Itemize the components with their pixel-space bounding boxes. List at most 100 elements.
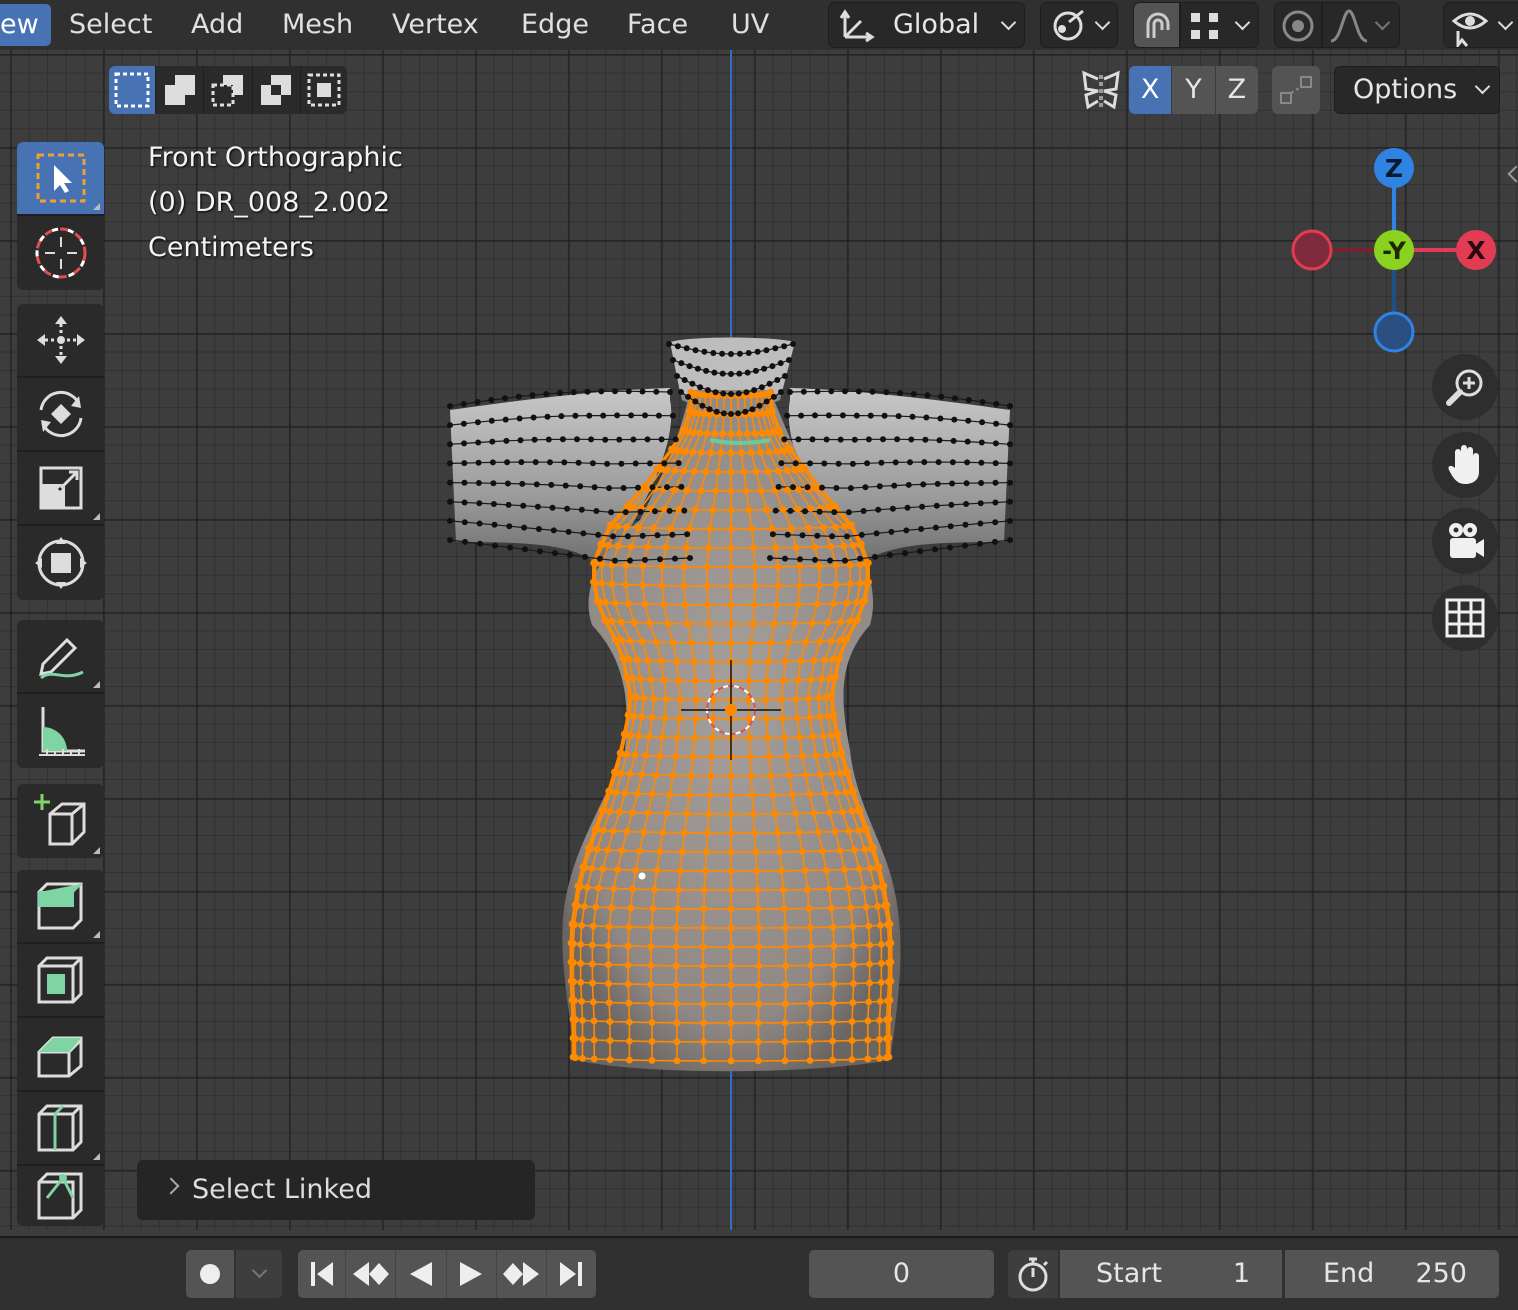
mesh-vertex[interactable] [624, 980, 632, 988]
mesh-vertex[interactable] [727, 525, 735, 533]
mesh-vertex[interactable] [963, 480, 970, 487]
mesh-vertex[interactable] [674, 734, 681, 741]
mesh-vertex[interactable] [680, 563, 688, 571]
mesh-vertex[interactable] [642, 556, 648, 563]
mesh-vertex[interactable] [605, 980, 612, 987]
mesh-vertex[interactable] [489, 438, 496, 445]
mesh-vertex[interactable] [571, 997, 578, 1005]
mesh-vertex[interactable] [720, 390, 727, 397]
snap-target-dropdown[interactable] [1180, 2, 1259, 48]
mesh-vertex[interactable] [631, 751, 639, 759]
mesh-vertex[interactable] [672, 943, 680, 951]
mesh-vertex[interactable] [762, 696, 769, 704]
mesh-vertex[interactable] [866, 865, 874, 872]
mesh-vertex[interactable] [840, 542, 848, 550]
keying-dropdown[interactable] [236, 1250, 282, 1298]
mesh-vertex[interactable] [622, 581, 629, 588]
mesh-vertex[interactable] [547, 459, 553, 466]
mesh-vertex[interactable] [781, 343, 788, 350]
mesh-vertex[interactable] [869, 388, 876, 395]
mesh-vertex[interactable] [844, 768, 851, 776]
mesh-vertex[interactable] [577, 941, 584, 948]
mesh-vertex[interactable] [683, 487, 691, 494]
mesh-vertex[interactable] [608, 509, 615, 516]
mesh-vertex[interactable] [821, 656, 829, 664]
mesh-vertex[interactable] [880, 882, 888, 890]
mesh-vertex[interactable] [824, 619, 832, 626]
mesh-vertex[interactable] [842, 557, 848, 564]
mesh-vertex[interactable] [590, 1055, 598, 1063]
mesh-vertex[interactable] [581, 864, 589, 872]
mesh-vertex[interactable] [757, 449, 765, 456]
mesh-vertex[interactable] [839, 808, 846, 816]
mesh-vertex[interactable] [811, 543, 819, 551]
mesh-vertex[interactable] [707, 772, 715, 780]
mesh-vertex[interactable] [809, 436, 816, 443]
mesh-vertex[interactable] [616, 808, 623, 816]
mesh-vertex[interactable] [624, 942, 632, 950]
mesh-vertex[interactable] [605, 961, 612, 968]
mesh-vertex[interactable] [518, 459, 525, 466]
mesh-vertex[interactable] [461, 460, 468, 467]
mesh-vertex[interactable] [612, 388, 618, 395]
mesh-vertex[interactable] [507, 544, 513, 551]
mesh-vertex[interactable] [727, 1000, 735, 1008]
mesh-vertex[interactable] [625, 923, 633, 931]
mesh-vertex[interactable] [861, 846, 869, 853]
mesh-vertex[interactable] [768, 525, 776, 533]
mesh-vertex[interactable] [595, 531, 602, 538]
mesh-vertex[interactable] [712, 487, 720, 495]
menu-view[interactable]: ew [0, 4, 51, 46]
mesh-vertex[interactable] [629, 504, 637, 511]
mesh-vertex[interactable] [938, 393, 945, 400]
mesh-vertex[interactable] [864, 1055, 872, 1063]
mesh-vertex[interactable] [653, 867, 661, 874]
mesh-vertex[interactable] [637, 675, 644, 683]
mesh-vertex[interactable] [690, 468, 698, 475]
mesh-vertex[interactable] [845, 509, 852, 516]
mesh-vertex[interactable] [885, 1053, 893, 1061]
mesh-vertex[interactable] [662, 695, 670, 703]
mesh-vertex[interactable] [745, 677, 753, 685]
mesh-vertex[interactable] [600, 412, 607, 419]
mesh-vertex[interactable] [747, 772, 755, 780]
mesh-vertex[interactable] [769, 791, 777, 799]
mesh-vertex[interactable] [807, 1000, 814, 1007]
mesh-vertex[interactable] [820, 524, 827, 531]
mesh-vertex[interactable] [744, 430, 751, 438]
mesh-vertex[interactable] [825, 885, 833, 893]
mesh-vertex[interactable] [805, 524, 812, 532]
mesh-vertex[interactable] [447, 517, 453, 524]
mesh-vertex[interactable] [612, 789, 620, 796]
mesh-vertex[interactable] [814, 694, 822, 702]
mesh-vertex[interactable] [886, 996, 894, 1004]
mesh-vertex[interactable] [678, 483, 685, 490]
mesh-vertex[interactable] [647, 460, 653, 467]
mesh-vertex[interactable] [856, 561, 864, 568]
mesh-vertex[interactable] [795, 829, 803, 836]
mesh-vertex[interactable] [806, 714, 814, 721]
mesh-vertex[interactable] [848, 1018, 856, 1025]
mesh-vertex[interactable] [782, 943, 790, 951]
mesh-vertex[interactable] [626, 770, 634, 778]
mesh-vertex[interactable] [821, 460, 828, 467]
mesh-vertex[interactable] [855, 388, 862, 395]
mesh-vertex[interactable] [570, 940, 577, 948]
mesh-vertex[interactable] [572, 1035, 579, 1043]
mesh-vertex[interactable] [689, 753, 697, 761]
mesh-vertex[interactable] [773, 601, 781, 609]
mesh-vertex[interactable] [685, 393, 692, 400]
mesh-vertex[interactable] [778, 389, 784, 395]
mesh-vertex[interactable] [635, 732, 642, 740]
mesh-vertex[interactable] [774, 377, 781, 383]
mesh-vertex[interactable] [592, 560, 600, 568]
mesh-vertex[interactable] [727, 848, 735, 856]
mesh-vertex[interactable] [687, 555, 693, 561]
mesh-vertex[interactable] [608, 904, 615, 911]
mesh-vertex[interactable] [827, 557, 833, 564]
mesh-vertex[interactable] [711, 430, 718, 438]
mesh-vertex[interactable] [828, 388, 835, 395]
mesh-vertex[interactable] [490, 480, 497, 487]
mesh-vertex[interactable] [845, 827, 853, 835]
mesh-vertex[interactable] [704, 601, 712, 609]
